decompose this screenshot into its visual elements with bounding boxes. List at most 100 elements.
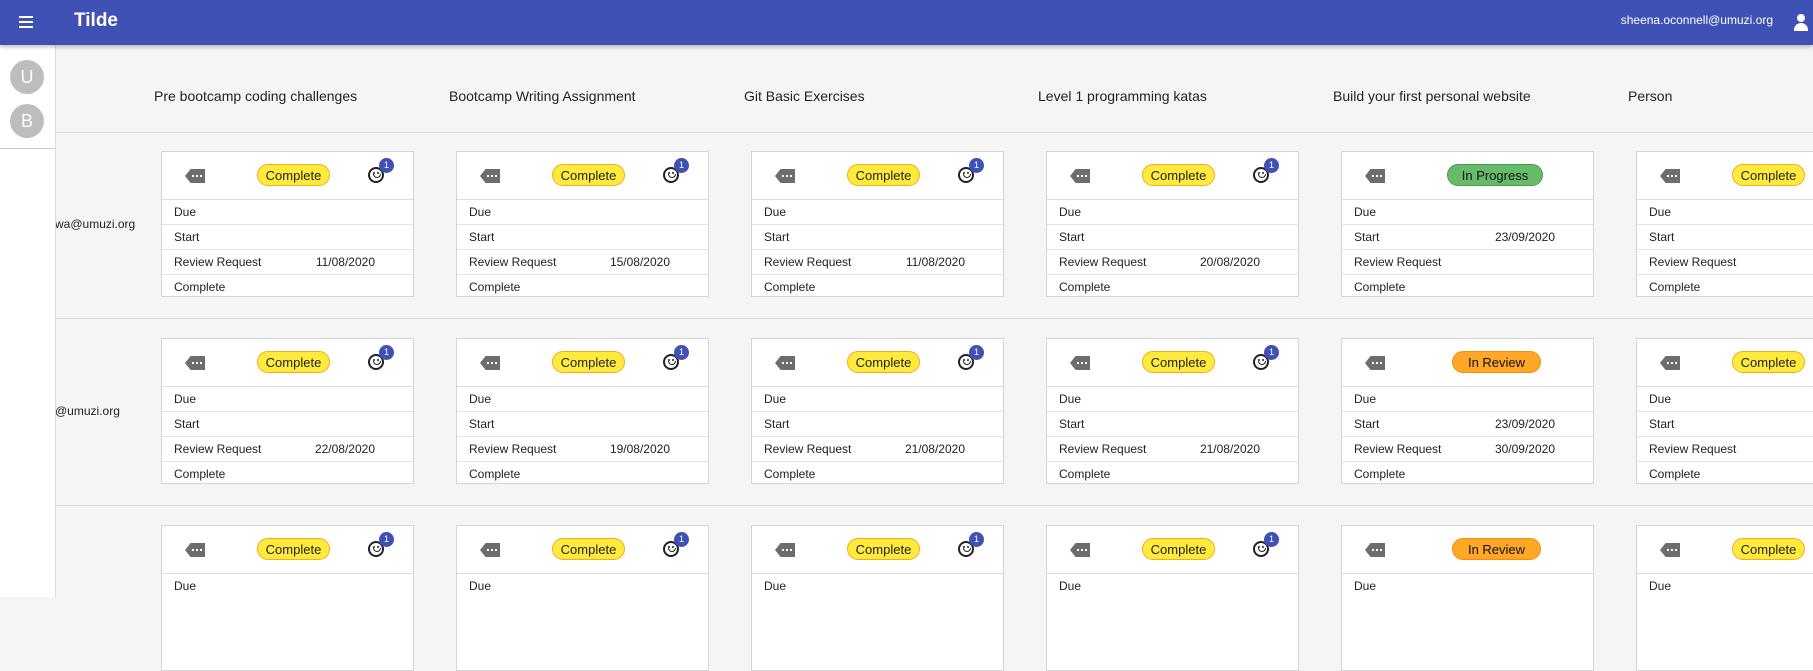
card-field-row: Start [1637,225,1813,250]
card-field-row: Start [1047,225,1298,250]
card-field-row: Complete [457,275,708,299]
account-icon[interactable] [1791,11,1813,33]
progress-card[interactable]: Complete1Due [751,525,1004,671]
label-icon[interactable] [775,356,795,370]
row-divider [55,132,1813,133]
label-icon[interactable] [1070,169,1090,183]
progress-card[interactable]: Complete1Due [161,525,414,671]
notification-count: 1 [674,158,689,173]
card-field-row: Due [457,387,708,412]
progress-card[interactable]: Complete1 Due Start Review Request21/0 Compl… [1636,151,1813,297]
avatar-u[interactable]: U [10,60,44,94]
card-field-row: Due [457,200,708,225]
card-field-row: Complete [162,462,413,486]
card-field-row: Complete [457,462,708,486]
card-field-row: Due [752,574,1003,598]
field-label: Start [174,230,200,244]
label-icon[interactable] [185,356,205,370]
progress-card[interactable]: Complete 1 Due Start Review Request 22/08/202… [161,338,414,484]
label-icon[interactable] [1070,356,1090,370]
column-header[interactable]: Level 1 programming katas [1038,88,1207,104]
card-header: Complete 1 [162,152,413,200]
progress-card[interactable]: Complete1Due [1046,525,1299,671]
field-value: 21/08/2020 [904,442,965,456]
field-label: Due [174,579,197,593]
progress-card[interactable]: Complete1Due [456,525,709,671]
progress-card[interactable]: In Review Due [1341,525,1594,671]
row-user-email: wa@umuzi.org [55,217,136,231]
card-field-row: Start [752,225,1003,250]
card-header: Complete 1 [1047,152,1298,200]
progress-card[interactable]: Complete 1 Due Start Review Request 21/08/202… [1046,338,1299,484]
app-bar: Tilde sheena.oconnell@umuzi.org [0,0,1813,45]
card-header: Complete 1 [457,339,708,387]
menu-icon[interactable] [14,11,38,33]
label-icon[interactable] [185,169,205,183]
avatar-b[interactable]: B [10,104,44,138]
progress-card[interactable]: Complete 1 Due Start Review Request 15/08/202… [456,151,709,297]
label-icon[interactable] [1365,543,1385,557]
label-icon[interactable] [480,543,500,557]
label-icon[interactable] [480,169,500,183]
status-badge: Complete [1732,538,1805,560]
notification-count: 1 [379,345,394,360]
progress-card[interactable]: Complete 1 Due Start Review Request 20/08/202… [1046,151,1299,297]
field-label: Due [764,579,787,593]
column-header[interactable]: Git Basic Exercises [744,88,865,104]
card-field-row: Review Request21/0 [1637,250,1813,275]
card-field-row: Review Request 30/09/2020 [1342,437,1593,462]
notification-count: 1 [1264,532,1279,547]
field-value: 22/08/2020 [314,442,375,456]
field-label: Due [1354,579,1377,593]
card-header: Complete 1 [752,152,1003,200]
label-icon[interactable] [1660,543,1680,557]
status-badge: Complete [847,538,920,560]
field-label: Start [1354,417,1380,431]
label-icon[interactable] [1365,169,1385,183]
field-label: Start [469,417,495,431]
status-badge: In Progress [1447,164,1543,186]
label-icon[interactable] [775,169,795,183]
field-label: Complete [174,467,226,481]
card-header: Complete 1 [1047,526,1298,574]
card-field-row: Start 23/09/2020 [1342,225,1593,250]
field-value: 11/08/2020 [905,255,965,269]
card-field-row: Review Request 21/08/2020 [1047,437,1298,462]
progress-card[interactable]: Complete 1 Due Start Review Request 21/08/202… [751,338,1004,484]
label-icon[interactable] [1660,356,1680,370]
status-badge: Complete [552,164,625,186]
card-field-row: Review Request 19/08/2020 [457,437,708,462]
status-badge: Complete [257,351,330,373]
progress-card[interactable]: Complete 1 Due Start Review Request 11/08/202… [751,151,1004,297]
card-field-row: Due [1342,574,1593,598]
progress-card[interactable]: In Progress Due Start 23/09/2020 Review Requ… [1341,151,1594,297]
progress-card[interactable]: In Review Due Start 23/09/2020 Review Reques… [1341,338,1594,484]
label-icon[interactable] [1660,169,1680,183]
field-label: Complete [1649,467,1701,481]
app-title[interactable]: Tilde [74,10,118,32]
column-header[interactable]: Pre bootcamp coding challenges [154,88,357,104]
field-label: Complete [1354,280,1406,294]
card-field-row: Start 23/09/2020 [1342,412,1593,437]
notification-count: 1 [969,158,984,173]
notification-count: 1 [674,345,689,360]
field-label: Start [1059,230,1085,244]
label-icon[interactable] [480,356,500,370]
card-field-row: Due [1047,574,1298,598]
row-divider [55,318,1813,319]
label-icon[interactable] [1365,356,1385,370]
card-field-row: Start [457,225,708,250]
progress-card[interactable]: Complete 1 Due Start Review Request 19/08/202… [456,338,709,484]
field-label: Due [1649,579,1672,593]
label-icon[interactable] [1070,543,1090,557]
status-badge: Complete [257,538,330,560]
label-icon[interactable] [185,543,205,557]
column-header[interactable]: Build your first personal website [1333,88,1531,104]
column-header[interactable]: Bootcamp Writing Assignment [449,88,636,104]
field-label: Due [1059,205,1082,219]
column-header[interactable]: Person [1628,88,1672,104]
progress-card[interactable]: Complete1 Due Start Review Request21/0 Compl… [1636,338,1813,484]
progress-card[interactable]: Complete1Due [1636,525,1813,671]
label-icon[interactable] [775,543,795,557]
progress-card[interactable]: Complete 1 Due Start Review Request 11/08/202… [161,151,414,297]
